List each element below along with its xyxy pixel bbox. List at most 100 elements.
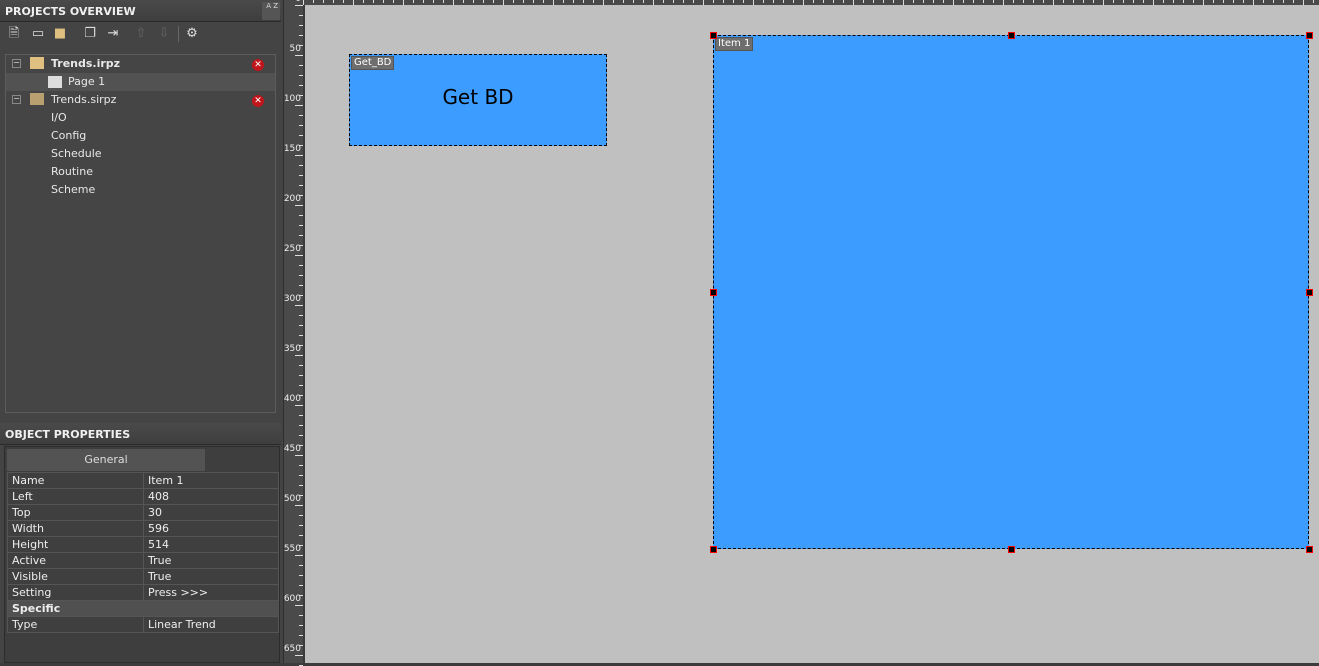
ruler-tick [663, 0, 664, 3]
get-bd-button-object[interactable]: Get_BD Get BD [349, 54, 607, 146]
property-value[interactable]: Linear Trend [143, 616, 279, 633]
ruler-tick [295, 355, 303, 356]
ruler-tick [1133, 0, 1134, 3]
ruler-tick [295, 5, 303, 6]
vertical-ruler: 0 50 100 150 200 250 300 350 400 450 500 550 600 650 [283, 0, 303, 666]
resize-handle[interactable] [1306, 289, 1313, 296]
ruler-tick [823, 0, 824, 3]
property-key: Type [7, 616, 144, 633]
section-specific: Specific [7, 600, 279, 617]
ruler-tick [1143, 0, 1144, 3]
tree-item-routine[interactable]: Routine [51, 163, 93, 181]
move-down-icon[interactable]: ⇩ [156, 26, 172, 42]
move-up-icon[interactable]: ⇧ [133, 26, 149, 42]
resize-handle[interactable] [710, 546, 717, 553]
property-value[interactable]: True [143, 552, 279, 569]
property-value[interactable]: Item 1 [143, 472, 279, 489]
properties-grid: Name Item 1 Left 408 Top 30 Width 596 Height… [7, 472, 279, 633]
ruler-label: 100 [283, 94, 301, 104]
property-key: Visible [7, 568, 144, 585]
get-bd-label: Get BD [442, 85, 514, 109]
sort-az-button[interactable]: A Z [262, 2, 280, 20]
ruler-label: 450 [283, 444, 301, 454]
ruler-tick [933, 0, 934, 3]
property-row[interactable]: Visible True [7, 568, 279, 585]
property-value[interactable]: Press >>> [143, 584, 279, 601]
resize-handle[interactable] [710, 32, 717, 39]
ruler-tick [883, 0, 884, 3]
ruler-tick [513, 0, 514, 3]
ruler-tick [1113, 0, 1114, 3]
ruler-tick [583, 0, 584, 3]
property-row[interactable]: Height 514 [7, 536, 279, 553]
resize-handle[interactable] [1008, 32, 1015, 39]
property-key: Setting [7, 584, 144, 601]
tree-item-trends-sirpz[interactable]: Trends.sirpz [51, 91, 116, 109]
new-page-icon[interactable]: 🗎 [6, 26, 22, 42]
property-row[interactable]: Width 596 [7, 520, 279, 537]
tab-general[interactable]: General [7, 449, 205, 471]
ruler-tick [893, 0, 894, 3]
ruler-tick [643, 0, 644, 3]
ruler-tick [363, 0, 364, 3]
property-value[interactable]: True [143, 568, 279, 585]
property-row[interactable]: Left 408 [7, 488, 279, 505]
ruler-tick [1233, 0, 1234, 3]
item-1-trend-object[interactable]: Item 1 [713, 35, 1309, 549]
page-icon [48, 76, 62, 88]
ruler-tick [295, 505, 303, 506]
property-row[interactable]: Setting Press >>> [7, 584, 279, 601]
property-key: Top [7, 504, 144, 521]
ruler-tick [313, 0, 314, 3]
property-value[interactable]: 596 [143, 520, 279, 537]
ruler-label: 200 [283, 194, 301, 204]
ruler-tick [295, 55, 303, 56]
property-row[interactable]: Active True [7, 552, 279, 569]
tree-item-scheme[interactable]: Scheme [51, 181, 95, 199]
tree-item-config[interactable]: Config [51, 127, 86, 145]
copy-icon[interactable]: ❐ [82, 26, 98, 42]
ruler-tick [1093, 0, 1094, 3]
property-value[interactable]: 514 [143, 536, 279, 553]
close-project-icon[interactable]: ✕ [252, 95, 264, 107]
ruler-tick [373, 0, 374, 3]
ruler-tick [295, 455, 303, 456]
settings-icon[interactable]: ⚙ [184, 26, 200, 42]
ruler-tick [493, 0, 494, 3]
collapse-icon[interactable]: − [12, 95, 21, 104]
ruler-label: 300 [283, 294, 301, 304]
ruler-tick [295, 655, 303, 656]
tree-item-schedule[interactable]: Schedule [51, 145, 102, 163]
tree-item-trends-irpz[interactable]: Trends.irpz [51, 55, 120, 73]
ruler-tick [1213, 0, 1214, 3]
design-canvas[interactable]: Get_BD Get BD Item 1 [303, 5, 1319, 663]
ruler-tick [1173, 0, 1174, 3]
new-window-icon[interactable]: ▭ [30, 26, 46, 42]
resize-handle[interactable] [1306, 546, 1313, 553]
ruler-tick [1273, 0, 1274, 3]
property-row[interactable]: Type Linear Trend [7, 616, 279, 633]
ruler-label: 550 [283, 544, 301, 554]
ruler-tick [473, 0, 474, 3]
server-project-icon [30, 93, 44, 105]
projects-title: PROJECTS OVERVIEW [5, 5, 136, 18]
property-row[interactable]: Top 30 [7, 504, 279, 521]
ruler-tick [295, 305, 303, 306]
tree-item-io[interactable]: I/O [51, 109, 67, 127]
resize-handle[interactable] [1306, 32, 1313, 39]
ruler-tick [393, 0, 394, 3]
property-value[interactable]: 30 [143, 504, 279, 521]
resize-handle[interactable] [1008, 546, 1015, 553]
close-project-icon[interactable]: ✕ [252, 59, 264, 71]
property-value[interactable]: 408 [143, 488, 279, 505]
tree-item-page-1[interactable]: Page 1 [68, 73, 105, 91]
property-row[interactable]: Name Item 1 [7, 472, 279, 489]
import-icon[interactable]: ⇥ [105, 26, 121, 42]
ruler-tick [295, 605, 303, 606]
new-folder-icon[interactable]: ■ [52, 26, 68, 42]
ruler-tick [863, 0, 864, 3]
collapse-icon[interactable]: − [12, 59, 21, 68]
ruler-tick [543, 0, 544, 3]
resize-handle[interactable] [710, 289, 717, 296]
ruler-tick [683, 0, 684, 3]
